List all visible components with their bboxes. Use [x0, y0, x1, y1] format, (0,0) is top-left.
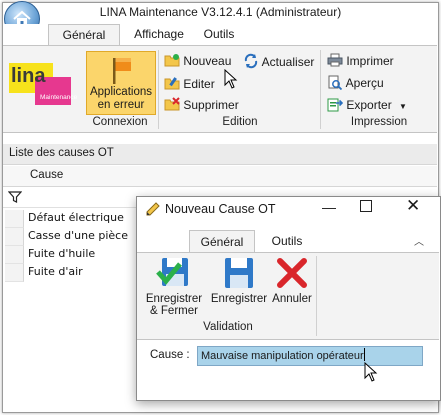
cause-input[interactable]: Mauvaise manipulation opérateur	[197, 346, 423, 366]
close-icon[interactable]: ✕	[406, 196, 420, 216]
editer-button[interactable]: Editer	[164, 76, 215, 91]
lina-logo-text: lina	[11, 65, 46, 87]
group-label-validation: Validation	[203, 321, 253, 333]
app-button-line2: en erreur	[97, 99, 145, 111]
save-check-icon	[156, 258, 188, 286]
ribbon-separator	[320, 50, 321, 129]
pencil-edit-icon	[146, 202, 160, 216]
group-label-impression: Impression	[350, 116, 408, 128]
supprimer-button[interactable]: Supprimer	[164, 97, 239, 112]
exporter-label: Exporter	[346, 98, 392, 112]
tab-general-label: Général	[62, 28, 106, 42]
enregistrer-fermer-line1: Enregistrer	[145, 293, 203, 305]
tab-affichage-label: Affichage	[134, 27, 184, 41]
row-selector[interactable]	[5, 228, 24, 246]
dialog-tab-outils-label: Outils	[271, 234, 303, 248]
list-item[interactable]: Fuite d'air	[28, 265, 83, 278]
list-item[interactable]: Défaut électrique	[28, 211, 124, 224]
mouse-cursor-icon	[364, 362, 378, 382]
delete-folder-icon	[164, 97, 180, 111]
editer-label: Editer	[183, 77, 215, 91]
column-header-cause[interactable]: Cause	[30, 169, 63, 181]
refresh-icon	[244, 53, 258, 69]
enregistrer-label: Enregistrer	[210, 293, 268, 305]
nouveau-label: Nouveau	[183, 54, 232, 68]
window-title: LINA Maintenance V3.12.4.1 (Administrate…	[99, 5, 342, 19]
filter-icon[interactable]	[8, 190, 22, 204]
grid-header-row: Cause	[3, 166, 437, 187]
app-button-line1: Applications	[89, 86, 152, 98]
tab-outils-label: Outils	[203, 27, 235, 41]
actualiser-label: Actualiser	[261, 55, 315, 69]
actualiser-button[interactable]: Actualiser	[243, 53, 314, 69]
cancel-x-icon	[277, 258, 307, 288]
cause-input-value: Mauvaise manipulation opérateur	[201, 350, 364, 362]
warning-flag-icon	[113, 58, 131, 84]
dropdown-arrow-icon: ▼	[399, 102, 407, 111]
print-preview-icon	[328, 75, 343, 91]
enregistrer-fermer-line2: & Fermer	[150, 305, 198, 317]
dialog-tab-general[interactable]: Général	[189, 230, 255, 253]
text-caret	[363, 348, 365, 361]
list-item[interactable]: Fuite d'huile	[28, 247, 95, 260]
annuler-label: Annuler	[272, 293, 312, 305]
applications-en-erreur-button[interactable]: Applications en erreur	[86, 51, 156, 115]
exporter-button[interactable]: Exporter ▼	[327, 97, 407, 112]
apercu-label: Aperçu	[345, 76, 384, 90]
row-selector[interactable]	[5, 264, 24, 282]
list-item[interactable]: Casse d'une pièce	[28, 229, 128, 242]
panel-header: Liste des causes OT	[3, 144, 437, 165]
nouveau-button[interactable]: Nouveau	[164, 53, 231, 68]
dialog-title: Nouveau Cause OT	[165, 202, 276, 216]
lina-logo: lina Maintenance	[7, 51, 78, 117]
cause-label: Cause :	[150, 349, 190, 361]
ribbon-separator	[158, 50, 159, 129]
export-icon	[327, 98, 344, 112]
save-icon	[225, 258, 253, 288]
annuler-button[interactable]: Annuler	[270, 256, 314, 306]
collapse-ribbon-icon[interactable]: ︿	[414, 233, 424, 248]
minimize-icon[interactable]: —	[322, 199, 336, 215]
enregistrer-button[interactable]: Enregistrer	[208, 256, 270, 306]
enregistrer-fermer-button[interactable]: Enregistrer & Fermer	[143, 256, 205, 318]
mouse-cursor-icon	[224, 69, 238, 89]
supprimer-label: Supprimer	[183, 98, 239, 112]
group-label-connexion: Connexion	[92, 116, 148, 128]
dialog-tab-general-label: Général	[200, 235, 244, 249]
panel-title: Liste des causes OT	[9, 147, 114, 159]
imprimer-label: Imprimer	[346, 54, 394, 68]
maximize-icon[interactable]	[360, 200, 372, 212]
group-label-edition: Edition	[222, 116, 258, 128]
dialog-tab-outils[interactable]: Outils	[258, 230, 316, 252]
imprimer-button[interactable]: Imprimer	[327, 53, 394, 68]
tab-general[interactable]: Général	[48, 24, 120, 46]
ribbon-separator	[316, 256, 317, 336]
tab-outils[interactable]: Outils	[184, 24, 254, 45]
row-selector[interactable]	[5, 210, 24, 228]
new-folder-icon	[164, 54, 180, 67]
edit-folder-icon	[164, 77, 180, 90]
lina-logo-subtext: Maintenance	[40, 94, 78, 101]
printer-icon	[327, 53, 343, 67]
apercu-button[interactable]: Aperçu	[327, 75, 384, 91]
row-selector[interactable]	[5, 246, 24, 264]
